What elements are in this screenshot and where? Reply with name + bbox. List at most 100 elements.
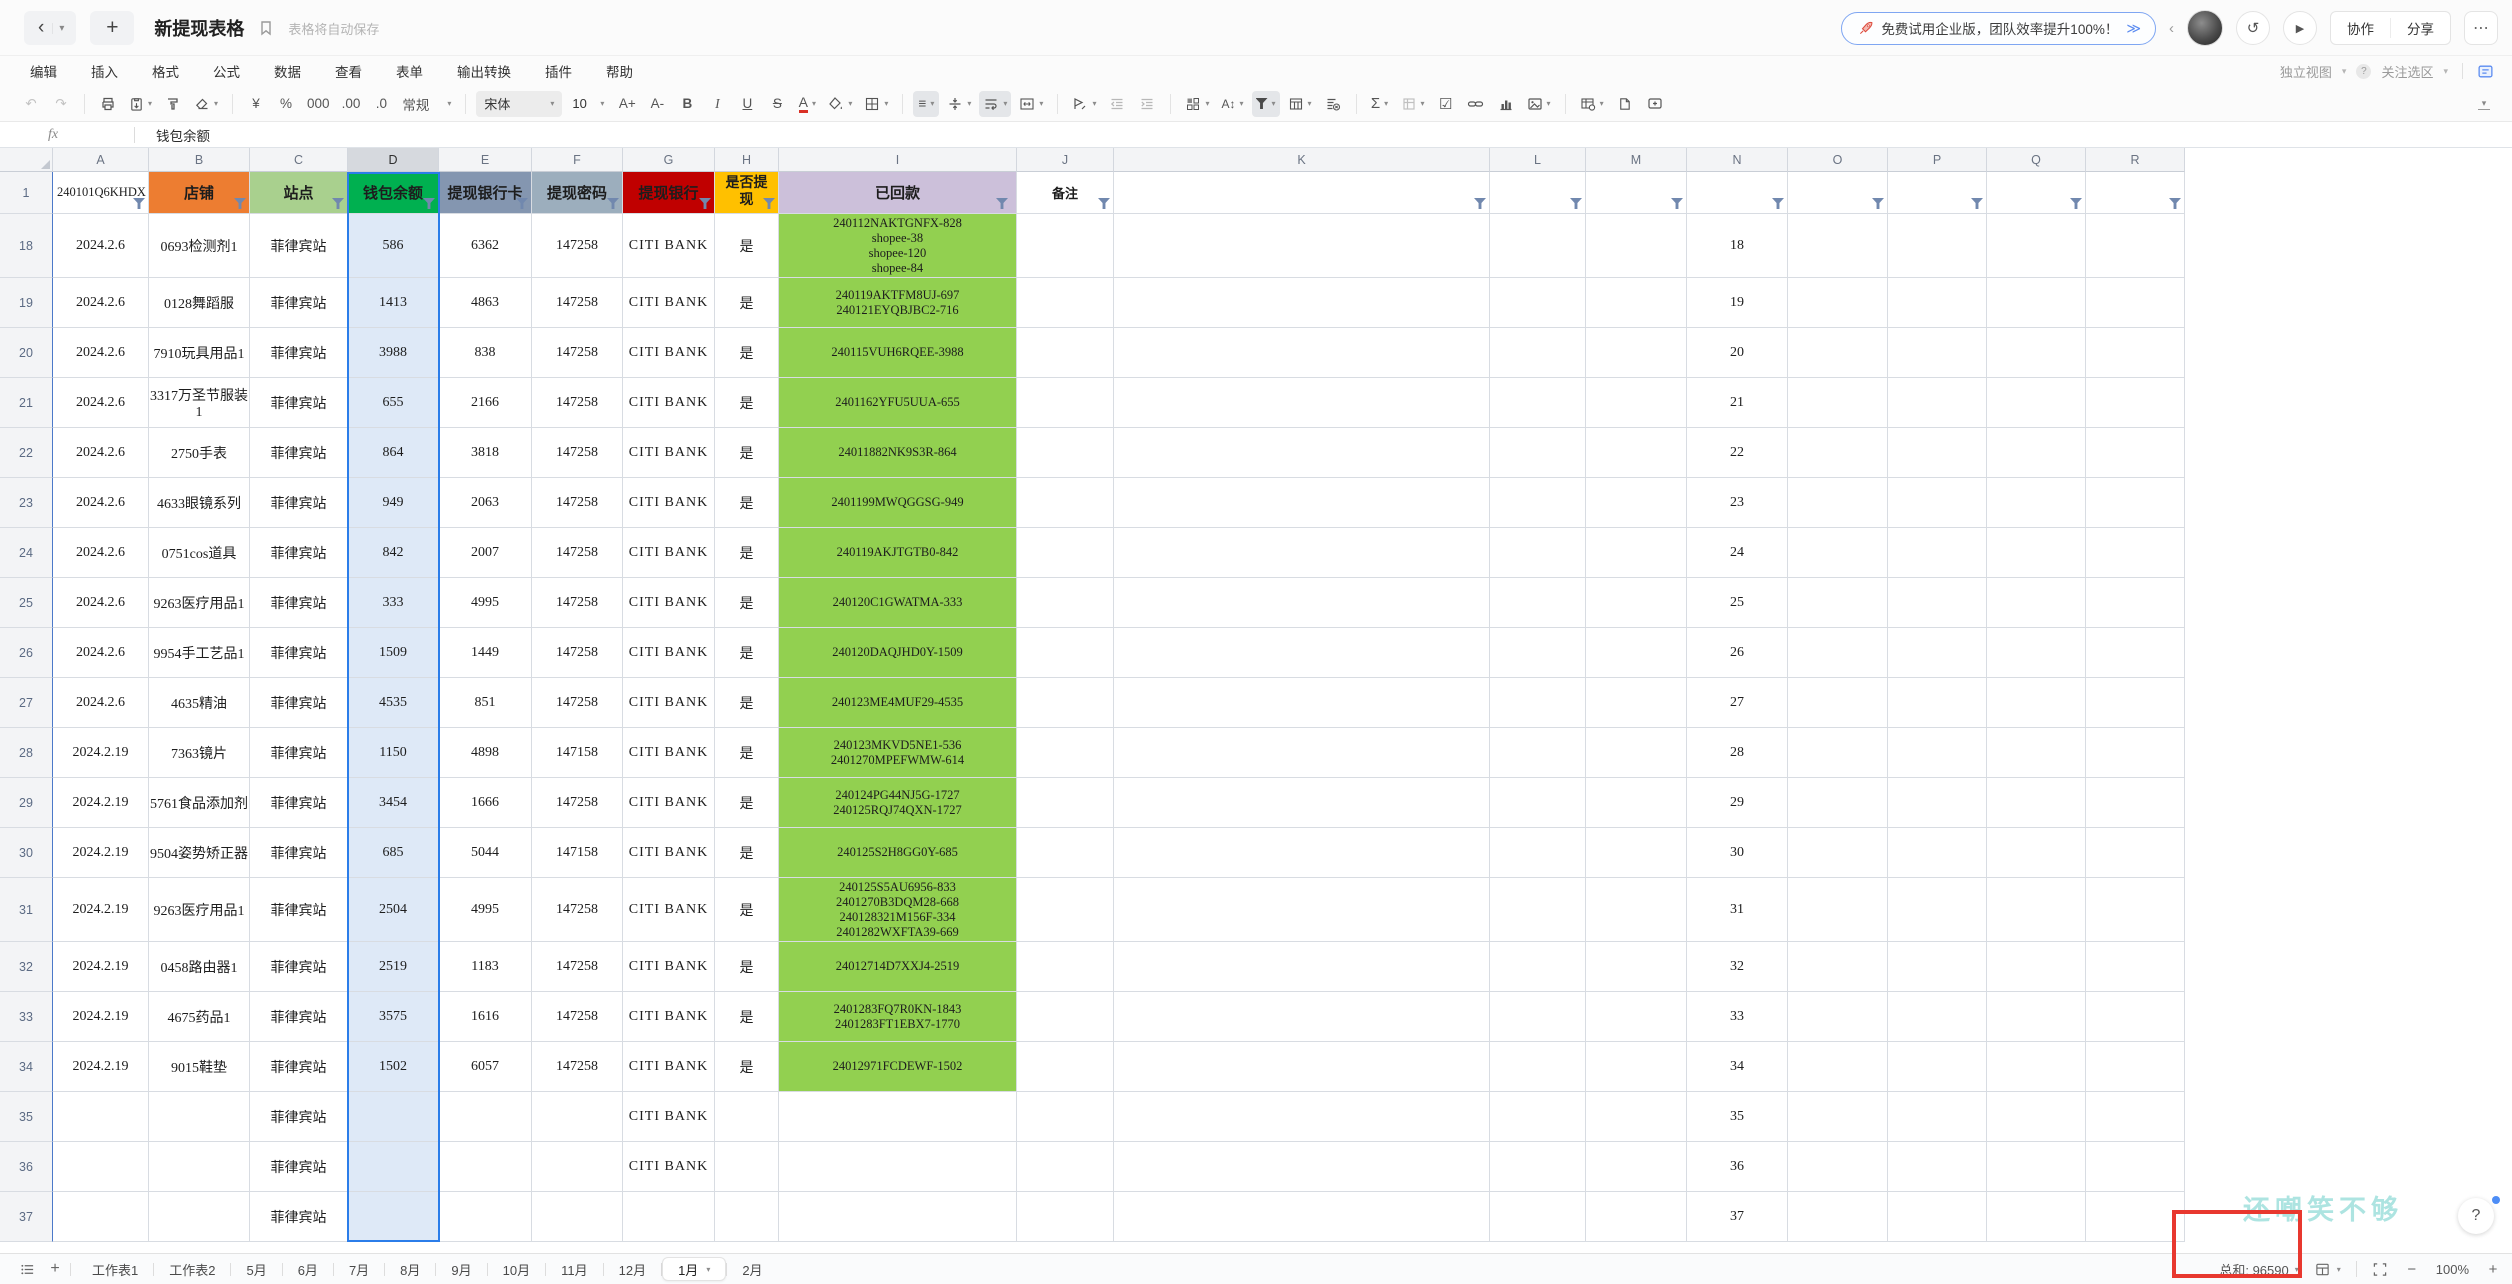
cell-G35[interactable]: CITI BANK	[623, 1092, 715, 1142]
zoom-in-button[interactable]: +	[2484, 1261, 2502, 1278]
percent-format-button[interactable]: %	[273, 91, 299, 117]
history-button[interactable]: ↺	[2236, 11, 2270, 45]
sum-icon[interactable]: Σ▾	[1367, 91, 1393, 117]
cell-N19[interactable]: 19	[1687, 278, 1788, 328]
cell-J28[interactable]	[1017, 728, 1114, 778]
cell-G19[interactable]: CITI BANK	[623, 278, 715, 328]
row-header-24[interactable]: 24	[0, 528, 53, 578]
indent-decrease-icon[interactable]	[1104, 91, 1130, 117]
cell-L27[interactable]	[1490, 678, 1586, 728]
cell-J32[interactable]	[1017, 942, 1114, 992]
cell-C1[interactable]: 站点	[250, 172, 348, 214]
filter-funnel-icon[interactable]	[699, 198, 711, 209]
menu-item-2[interactable]: 插入	[91, 61, 118, 81]
cell-F28[interactable]: 147158	[532, 728, 623, 778]
cell-E24[interactable]: 2007	[439, 528, 532, 578]
cell-N20[interactable]: 20	[1687, 328, 1788, 378]
cell-L33[interactable]	[1490, 992, 1586, 1042]
cell-P21[interactable]	[1888, 378, 1987, 428]
cell-B34[interactable]: 9015鞋垫	[149, 1042, 250, 1092]
vertical-align-icon[interactable]: ▾	[943, 91, 975, 117]
filter-funnel-icon[interactable]	[133, 198, 145, 209]
cell-J36[interactable]	[1017, 1142, 1114, 1192]
column-header-L[interactable]: L	[1490, 148, 1586, 172]
cell-A36[interactable]	[53, 1142, 149, 1192]
cell-O19[interactable]	[1788, 278, 1888, 328]
cell-E28[interactable]: 4898	[439, 728, 532, 778]
cell-P23[interactable]	[1888, 478, 1987, 528]
filter-funnel-icon[interactable]	[423, 198, 435, 209]
column-header-D[interactable]: D	[348, 148, 439, 172]
sum-indicator[interactable]: 总和: 96590▾	[2219, 1260, 2298, 1279]
cell-Q25[interactable]	[1987, 578, 2086, 628]
cell-F35[interactable]	[532, 1092, 623, 1142]
cell-J22[interactable]	[1017, 428, 1114, 478]
column-header-G[interactable]: G	[623, 148, 715, 172]
column-header-E[interactable]: E	[439, 148, 532, 172]
cell-F19[interactable]: 147258	[532, 278, 623, 328]
filter-funnel-icon[interactable]	[1474, 198, 1486, 209]
cell-B27[interactable]: 4635精油	[149, 678, 250, 728]
eraser-caret-icon[interactable]: ▾	[214, 99, 218, 108]
cell-C23[interactable]: 菲律宾站	[250, 478, 348, 528]
cell-O1[interactable]	[1788, 172, 1888, 214]
cell-M33[interactable]	[1586, 992, 1687, 1042]
cell-K32[interactable]	[1114, 942, 1490, 992]
cell-B18[interactable]: 0693检测剂1	[149, 214, 250, 278]
column-header-N[interactable]: N	[1687, 148, 1788, 172]
cell-H1[interactable]: 是否提现	[715, 172, 779, 214]
row-header-22[interactable]: 22	[0, 428, 53, 478]
sheet-tab-12[interactable]: 2月	[727, 1257, 777, 1281]
cell-O37[interactable]	[1788, 1192, 1888, 1242]
row-header-32[interactable]: 32	[0, 942, 53, 992]
cell-P32[interactable]	[1888, 942, 1987, 992]
borders-icon[interactable]: ▾	[860, 91, 892, 117]
comment-icon[interactable]	[1642, 91, 1668, 117]
cell-A29[interactable]: 2024.2.19	[53, 778, 149, 828]
cell-Q37[interactable]	[1987, 1192, 2086, 1242]
filter-funnel-icon[interactable]	[2169, 198, 2181, 209]
cell-K20[interactable]	[1114, 328, 1490, 378]
row-header-23[interactable]: 23	[0, 478, 53, 528]
cell-D31[interactable]: 2504	[348, 878, 439, 942]
cell-I31[interactable]: 240125S5AU6956-833 2401270B3DQM28-668 24…	[779, 878, 1017, 942]
cell-R1[interactable]	[2086, 172, 2185, 214]
cell-K22[interactable]	[1114, 428, 1490, 478]
zoom-level[interactable]: 100%	[2436, 1262, 2469, 1277]
cell-M25[interactable]	[1586, 578, 1687, 628]
cell-P24[interactable]	[1888, 528, 1987, 578]
cell-F20[interactable]: 147258	[532, 328, 623, 378]
cell-L37[interactable]	[1490, 1192, 1586, 1242]
cell-L20[interactable]	[1490, 328, 1586, 378]
cell-I36[interactable]	[779, 1142, 1017, 1192]
cell-M30[interactable]	[1586, 828, 1687, 878]
cell-F26[interactable]: 147258	[532, 628, 623, 678]
cell-K26[interactable]	[1114, 628, 1490, 678]
cell-B28[interactable]: 7363镜片	[149, 728, 250, 778]
column-header-P[interactable]: P	[1888, 148, 1987, 172]
cell-N28[interactable]: 28	[1687, 728, 1788, 778]
cell-N21[interactable]: 21	[1687, 378, 1788, 428]
decimal-decrease-button[interactable]: .0	[368, 91, 394, 117]
back-icon[interactable]: ‹	[30, 17, 52, 39]
cell-H33[interactable]: 是	[715, 992, 779, 1042]
menu-item-3[interactable]: 格式	[152, 61, 179, 81]
cell-B25[interactable]: 9263医疗用品1	[149, 578, 250, 628]
cell-A35[interactable]	[53, 1092, 149, 1142]
cell-G29[interactable]: CITI BANK	[623, 778, 715, 828]
cell-E25[interactable]: 4995	[439, 578, 532, 628]
cell-P1[interactable]	[1888, 172, 1987, 214]
cell-E22[interactable]: 3818	[439, 428, 532, 478]
cell-A20[interactable]: 2024.2.6	[53, 328, 149, 378]
cell-K30[interactable]	[1114, 828, 1490, 878]
checkbox-icon[interactable]: ☑	[1433, 91, 1459, 117]
menu-item-1[interactable]: 编辑	[30, 61, 57, 81]
autofill-icon[interactable]: ▾	[1068, 91, 1100, 117]
cell-F23[interactable]: 147258	[532, 478, 623, 528]
column-header-Q[interactable]: Q	[1987, 148, 2086, 172]
cell-H30[interactable]: 是	[715, 828, 779, 878]
cell-N29[interactable]: 29	[1687, 778, 1788, 828]
cell-E18[interactable]: 6362	[439, 214, 532, 278]
cell-K23[interactable]	[1114, 478, 1490, 528]
cell-E26[interactable]: 1449	[439, 628, 532, 678]
